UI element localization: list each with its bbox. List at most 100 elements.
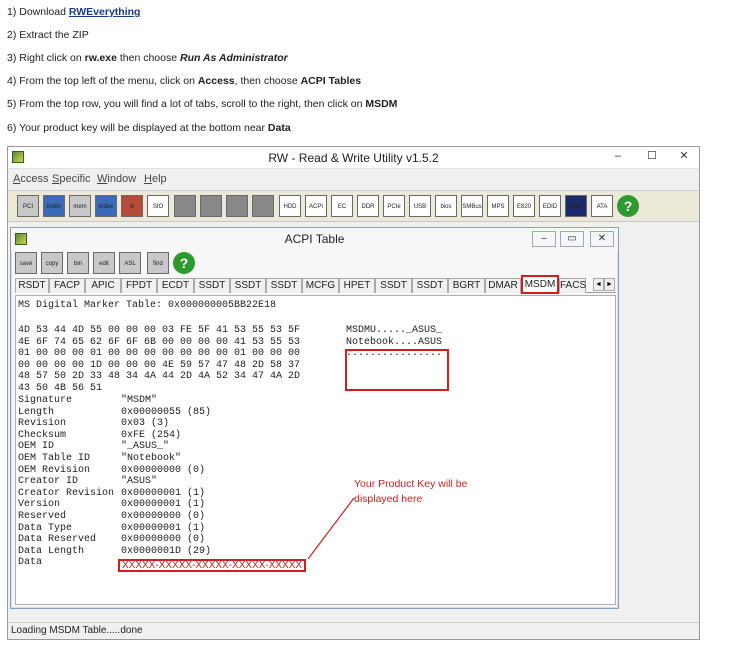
field-value: 0x03 (3) [121, 418, 170, 430]
close-button[interactable]: ✕ [668, 147, 700, 166]
table-header-line: MS Digital Marker Table: 0x000000005BB22… [18, 300, 277, 311]
tab-ssdt-7[interactable]: SSDT [266, 278, 302, 293]
hex-row: 01 00 00 00 01 00 00 00 00 00 00 00 01 0… [18, 348, 301, 360]
toolbar-blank2-icon[interactable] [200, 195, 222, 217]
acpi-help-icon[interactable]: ? [173, 252, 195, 274]
tab-msdm-14[interactable]: MSDM [521, 275, 559, 294]
main-title-bar: RW - Read & Write Utility v1.5.2 – ☐ ✕ [8, 147, 699, 169]
instruction-step-1: 1) Download RWEverything [7, 6, 141, 18]
toolbar-pcie-icon[interactable]: PCIe [383, 195, 405, 217]
toolbar-help-icon[interactable]: ? [617, 195, 639, 217]
rw-main-window: RW - Read & Write Utility v1.5.2 – ☐ ✕ A… [7, 146, 700, 640]
toolbar-io-icon[interactable]: io [121, 195, 143, 217]
maximize-button[interactable]: ☐ [638, 147, 666, 166]
field-value: 0xFE (254) [121, 429, 182, 441]
menu-specific[interactable]: Specific [52, 173, 91, 185]
tab-ssdt-10[interactable]: SSDT [375, 278, 412, 293]
toolbar-mps-icon[interactable]: MPS [487, 195, 509, 217]
ascii-row: MSDMU....._ASUS_ [346, 325, 443, 336]
toolbar-blank4-icon[interactable] [252, 195, 274, 217]
tab-scroll-left-icon[interactable]: ◄ [593, 278, 604, 291]
acpi-copy-icon[interactable]: copy [41, 252, 63, 274]
tab-bgrt-12[interactable]: BGRT [448, 278, 485, 293]
toolbar-hdd-icon[interactable]: HDD [279, 195, 301, 217]
tab-apic-2[interactable]: APIC [85, 278, 121, 293]
menu-bar: Access Specific Window Help [8, 170, 699, 188]
toolbar-blank3-icon[interactable] [226, 195, 248, 217]
acpi-table-content: MS Digital Marker Table: 0x000000005BB22… [15, 295, 616, 605]
acpi-close-button[interactable]: ✕ [590, 231, 614, 247]
toolbar-ec-icon[interactable]: EC [331, 195, 353, 217]
acpi-save-icon[interactable]: save [15, 252, 37, 274]
toolbar-edid-icon[interactable]: EDID [539, 195, 561, 217]
tab-facs-15[interactable]: FACS [559, 278, 586, 293]
field-value: 0x00000001 (1) [121, 487, 206, 499]
status-bar: Loading MSDM Table.....done [8, 622, 699, 639]
ascii-key-highlight [345, 349, 449, 391]
tab-mcfg-8[interactable]: MCFG [302, 278, 339, 293]
toolbar-e820-icon[interactable]: E820 [513, 195, 535, 217]
field-value: 0x00000000 (0) [121, 534, 206, 546]
field-name: Version [18, 499, 61, 511]
toolbar-cmd-icon[interactable]: cmd [565, 195, 587, 217]
rweverything-link[interactable]: RWEverything [69, 6, 141, 18]
field-name: OEM Table ID [18, 453, 91, 464]
field-name: Reserved [18, 511, 67, 522]
tab-dmar-13[interactable]: DMAR [485, 278, 521, 293]
instruction-step-4: 4) From the top left of the menu, click … [7, 75, 362, 87]
field-name: OEM Revision [18, 464, 91, 476]
tab-ssdt-6[interactable]: SSDT [230, 278, 266, 293]
field-value: 0x00000000 (0) [121, 464, 206, 476]
main-toolbar: PCI index mem index io SIO HDD ACPI EC DDR PCIe USB… [8, 190, 699, 222]
toolbar-pci-icon[interactable]: PCI [17, 195, 39, 217]
instruction-step-6: 6) Your product key will be displayed at… [7, 122, 291, 134]
toolbar-memory-icon[interactable]: mem [69, 195, 91, 217]
toolbar-smbus-icon[interactable]: SMBus [461, 195, 483, 217]
toolbar-ddr-icon[interactable]: DDR [357, 195, 379, 217]
hex-row: 4D 53 44 4D 55 00 00 00 03 FE 5F 41 53 5… [18, 325, 301, 336]
toolbar-bios-icon[interactable]: bios [435, 195, 457, 217]
tab-ssdt-5[interactable]: SSDT [194, 278, 230, 293]
toolbar-pci-index-icon[interactable]: index [43, 195, 65, 217]
tab-hpet-9[interactable]: HPET [339, 278, 375, 293]
tab-rsdt[interactable]: RSDT [15, 278, 49, 293]
minimize-button[interactable]: – [604, 147, 632, 166]
acpi-minimize-button[interactable]: – [532, 231, 556, 247]
toolbar-blank1-icon[interactable] [174, 195, 196, 217]
acpi-table-window: ACPI Table – ▭ ✕ save copy bin edit ASL find?… [10, 227, 619, 609]
tab-fpdt-3[interactable]: FPDT [121, 278, 157, 293]
product-key-value: XXXXX-XXXXX-XXXXX-XXXXX-XXXXX [118, 559, 306, 572]
tab-ecdt-4[interactable]: ECDT [157, 278, 194, 293]
instruction-step-3: 3) Right click on rw.exe then choose Run… [7, 52, 288, 64]
field-name: Data Reserved [18, 534, 97, 546]
field-name: Checksum [18, 429, 67, 441]
field-name: OEM ID [18, 441, 55, 453]
hex-row: 00 00 00 00 1D 00 00 00 4E 59 57 47 48 2… [18, 359, 301, 371]
field-name: Creator ID [18, 476, 79, 488]
field-value: 0x00000001 (1) [121, 499, 206, 511]
tab-scroll-right-icon[interactable]: ► [604, 278, 615, 291]
toolbar-mem-index-icon[interactable]: index [95, 195, 117, 217]
acpi-tab-strip: ◄ ► RSDT FACP APIC FPDT ECDT SSDT SSDT SSDT MCFG… [15, 275, 616, 294]
field-name: Data Type [18, 522, 73, 534]
tab-facp-1[interactable]: FACP [49, 278, 85, 293]
acpi-bin-icon[interactable]: bin [67, 252, 89, 274]
menu-access[interactable]: Access [13, 173, 48, 185]
toolbar-acpi-icon[interactable]: ACPI [305, 195, 327, 217]
toolbar-ata-icon[interactable]: ATA [591, 195, 613, 217]
field-name: Length [18, 406, 55, 418]
acpi-edit-icon[interactable]: edit [93, 252, 115, 274]
acpi-maximize-button[interactable]: ▭ [560, 231, 584, 247]
acpi-find-icon[interactable]: find [147, 252, 169, 274]
menu-window[interactable]: Window [97, 173, 136, 185]
field-value: "MSDM" [121, 395, 158, 406]
hex-row: 4E 6F 74 65 62 6F 6F 6B 00 00 00 00 41 5… [18, 336, 301, 348]
toolbar-usb-icon[interactable]: USB [409, 195, 431, 217]
toolbar-sio-icon[interactable]: SIO [147, 195, 169, 217]
menu-help[interactable]: Help [144, 173, 167, 185]
acpi-asl-icon[interactable]: ASL [119, 252, 141, 274]
field-name: Creator Revision [18, 487, 115, 499]
main-window-title: RW - Read & Write Utility v1.5.2 [268, 151, 439, 165]
tab-ssdt-11[interactable]: SSDT [412, 278, 448, 293]
ascii-row: Notebook....ASUS [346, 336, 443, 348]
